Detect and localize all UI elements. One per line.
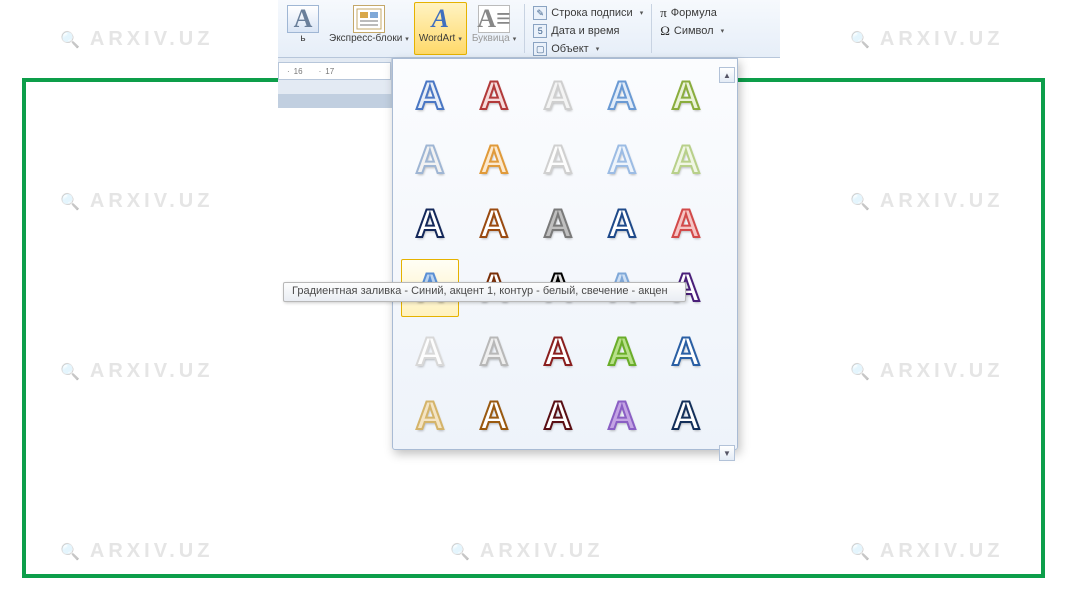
dropcap-icon: A≡ <box>478 5 510 33</box>
calendar-icon: 5 <box>533 24 547 38</box>
ribbon-insert-section: A ь Экспресс-блоки▾ A WordArt▾ A≡ Буквиц… <box>278 0 780 58</box>
omega-icon: Ω <box>660 23 670 39</box>
wordart-letter-icon: A <box>544 204 573 244</box>
wordart-style-2[interactable]: A <box>529 67 587 125</box>
separator <box>651 4 652 53</box>
wordart-letter-icon: A <box>416 204 445 244</box>
wordart-style-27[interactable]: A <box>529 387 587 445</box>
wordart-letter-icon: A <box>608 140 637 180</box>
wordart-style-1[interactable]: A <box>465 67 523 125</box>
ruler-area: 16 17 <box>278 58 392 94</box>
wordart-style-0[interactable]: A <box>401 67 459 125</box>
watermark: ARXIV.UZ <box>450 540 603 563</box>
wordart-letter-icon: A <box>672 204 701 244</box>
dropcap-button[interactable]: A≡ Буквица▾ <box>467 2 521 55</box>
wordart-style-6[interactable]: A <box>465 131 523 189</box>
quickparts-icon <box>353 5 385 33</box>
watermark: ARXIV.UZ <box>850 190 1003 213</box>
object-label: Объект <box>551 43 588 55</box>
textbox-button[interactable]: A ь <box>282 2 324 55</box>
wordart-letter-icon: A <box>480 204 509 244</box>
textbox-label: ь <box>300 33 305 44</box>
dropcap-label: Буквица▾ <box>472 33 516 44</box>
watermark: ARXIV.UZ <box>850 28 1003 51</box>
wordart-icon: A <box>424 5 456 33</box>
wordart-letter-icon: A <box>608 332 637 372</box>
watermark: ARXIV.UZ <box>60 360 213 383</box>
wordart-style-14[interactable]: A <box>657 195 715 253</box>
signature-line-button[interactable]: ✎ Строка подписи▾ <box>528 4 648 22</box>
wordart-style-10[interactable]: A <box>401 195 459 253</box>
wordart-style-4[interactable]: A <box>657 67 715 125</box>
wordart-letter-icon: A <box>672 76 701 116</box>
wordart-style-7[interactable]: A <box>529 131 587 189</box>
datetime-label: Дата и время <box>551 25 619 37</box>
wordart-letter-icon: A <box>544 76 573 116</box>
wordart-letter-icon: A <box>544 396 573 436</box>
date-time-button[interactable]: 5 Дата и время <box>528 22 648 40</box>
wordart-style-13[interactable]: A <box>593 195 651 253</box>
textbox-icon: A <box>287 5 319 33</box>
wordart-style-22[interactable]: A <box>529 323 587 381</box>
wordart-style-20[interactable]: A <box>401 323 459 381</box>
wordart-tooltip: Градиентная заливка - Синий, акцент 1, к… <box>283 282 686 302</box>
wordart-letter-icon: A <box>608 76 637 116</box>
wordart-letter-icon: A <box>480 76 509 116</box>
wordart-style-26[interactable]: A <box>465 387 523 445</box>
wordart-style-3[interactable]: A <box>593 67 651 125</box>
wordart-gallery: AAAAAAAAAAAAAAAAAAAAAAAAAAAAAA ▲ ▼ <box>392 58 738 450</box>
wordart-style-28[interactable]: A <box>593 387 651 445</box>
wordart-letter-icon: A <box>672 396 701 436</box>
wordart-letter-icon: A <box>416 332 445 372</box>
watermark: ARXIV.UZ <box>850 540 1003 563</box>
wordart-style-9[interactable]: A <box>657 131 715 189</box>
watermark: ARXIV.UZ <box>60 28 213 51</box>
wordart-letter-icon: A <box>416 140 445 180</box>
wordart-button[interactable]: A WordArt▾ <box>414 2 467 55</box>
wordart-style-23[interactable]: A <box>593 323 651 381</box>
quickparts-button[interactable]: Экспресс-блоки▾ <box>324 2 414 55</box>
wordart-letter-icon: A <box>672 332 701 372</box>
wordart-letter-icon: A <box>416 76 445 116</box>
symbol-label: Символ <box>674 25 714 37</box>
wordart-letter-icon: A <box>544 332 573 372</box>
wordart-label: WordArt▾ <box>419 33 462 44</box>
wordart-style-21[interactable]: A <box>465 323 523 381</box>
document-margin <box>278 94 392 108</box>
wordart-style-29[interactable]: A <box>657 387 715 445</box>
watermark: ARXIV.UZ <box>60 190 213 213</box>
symbol-button[interactable]: Ω Символ▾ <box>655 22 729 40</box>
object-icon: ▢ <box>533 42 547 56</box>
gallery-scroll-up[interactable]: ▲ <box>719 67 735 83</box>
wordart-style-8[interactable]: A <box>593 131 651 189</box>
object-button[interactable]: ▢ Объект▾ <box>528 40 648 58</box>
wordart-letter-icon: A <box>480 396 509 436</box>
quickparts-label: Экспресс-блоки▾ <box>329 33 409 44</box>
signature-icon: ✎ <box>533 6 547 20</box>
equation-button[interactable]: π Формула <box>655 4 729 22</box>
watermark: ARXIV.UZ <box>850 360 1003 383</box>
equation-label: Формула <box>671 7 717 19</box>
wordart-style-5[interactable]: A <box>401 131 459 189</box>
wordart-style-24[interactable]: A <box>657 323 715 381</box>
wordart-letter-icon: A <box>416 396 445 436</box>
pi-icon: π <box>660 5 667 21</box>
wordart-letter-icon: A <box>608 396 637 436</box>
watermark: ARXIV.UZ <box>60 540 213 563</box>
wordart-letter-icon: A <box>672 140 701 180</box>
separator <box>524 4 525 53</box>
gallery-scroll-down[interactable]: ▼ <box>719 445 735 461</box>
wordart-style-12[interactable]: A <box>529 195 587 253</box>
wordart-style-11[interactable]: A <box>465 195 523 253</box>
signature-label: Строка подписи <box>551 7 632 19</box>
wordart-letter-icon: A <box>608 204 637 244</box>
wordart-style-25[interactable]: A <box>401 387 459 445</box>
wordart-letter-icon: A <box>544 140 573 180</box>
wordart-letter-icon: A <box>480 332 509 372</box>
wordart-letter-icon: A <box>480 140 509 180</box>
horizontal-ruler: 16 17 <box>278 62 391 80</box>
